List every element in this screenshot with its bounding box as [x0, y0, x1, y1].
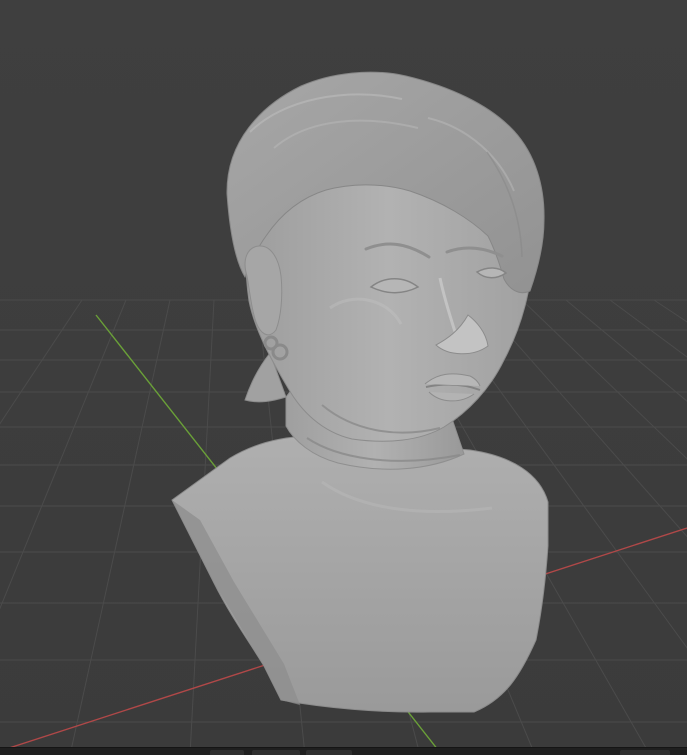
status-bar — [0, 747, 687, 755]
3d-viewport[interactable] — [0, 0, 687, 755]
viewport-scene[interactable] — [0, 0, 687, 755]
status-tab-2[interactable] — [252, 750, 300, 755]
ear-shape[interactable] — [244, 245, 283, 336]
status-tab-3[interactable] — [306, 750, 352, 755]
status-tab-1[interactable] — [210, 750, 244, 755]
status-tab-4[interactable] — [620, 750, 670, 755]
